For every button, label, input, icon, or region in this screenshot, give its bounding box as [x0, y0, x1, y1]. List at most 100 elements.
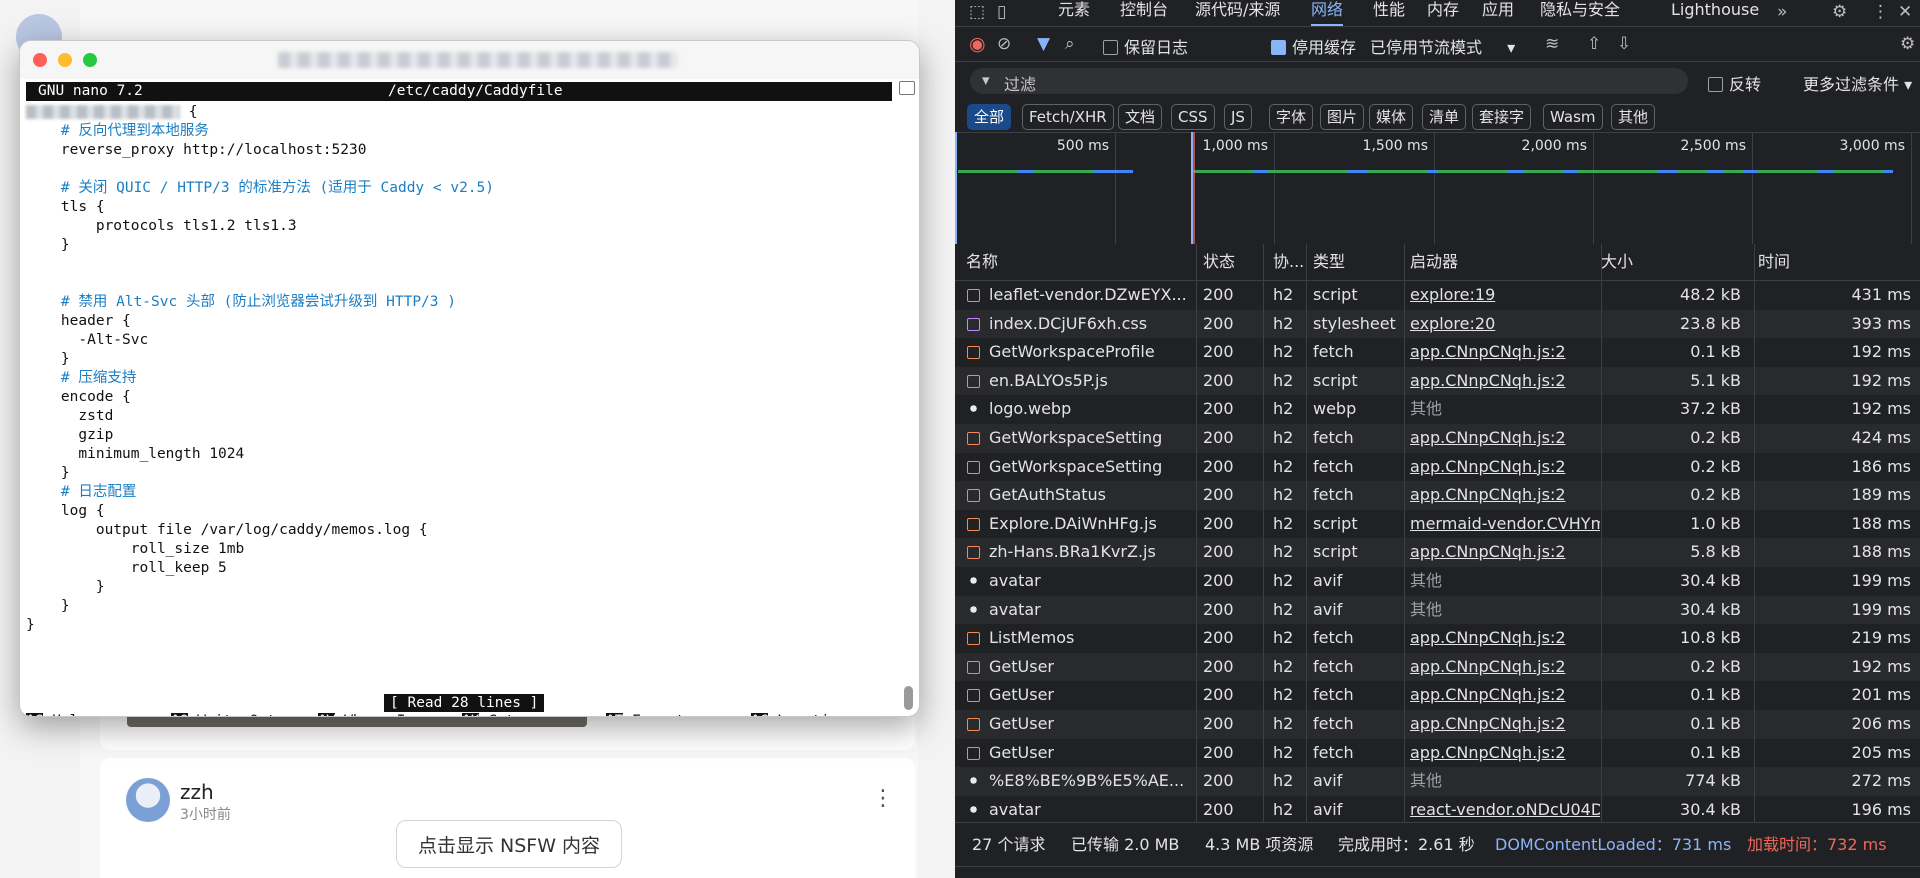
- column-header-2[interactable]: 协...: [1273, 244, 1304, 280]
- request-row[interactable]: leaflet-vendor.DZwEYX... 200 h2 script explo…: [955, 281, 1920, 310]
- cell-initiator[interactable]: explore:20: [1410, 310, 1600, 338]
- terminal-titlebar[interactable]: [20, 41, 919, 79]
- tab-2[interactable]: 源代码/来源: [1195, 0, 1280, 26]
- tab-3[interactable]: 网络: [1311, 0, 1344, 26]
- cell-initiator[interactable]: app.CNnpCNqh.js:2: [1410, 681, 1600, 709]
- request-row[interactable]: GetUser 200 h2 fetch app.CNnpCNqh.js:2 0.1 kB…: [955, 710, 1920, 739]
- type-filter-0[interactable]: 全部: [967, 104, 1012, 130]
- network-conditions-icon[interactable]: ≋: [1545, 34, 1559, 54]
- disable-cache-checkbox[interactable]: 停用缓存: [1271, 34, 1356, 58]
- tab-8[interactable]: Lighthouse: [1671, 0, 1759, 26]
- more-tabs-chevron-icon[interactable]: »: [1777, 2, 1787, 22]
- type-filter-1[interactable]: Fetch/XHR: [1022, 104, 1114, 130]
- invert-checkbox[interactable]: 反转: [1708, 71, 1761, 95]
- nano-editor[interactable]: GNU nano 7.2 /etc/caddy/Caddyfile { # 反向…: [26, 82, 892, 716]
- cell-initiator[interactable]: mermaid-vendor.CVHYm: [1410, 510, 1600, 538]
- export-har-icon[interactable]: ⇩: [1617, 34, 1631, 54]
- cell-initiator[interactable]: app.CNnpCNqh.js:2: [1410, 367, 1600, 395]
- inspect-element-icon[interactable]: ⬚: [969, 2, 985, 22]
- column-header-6[interactable]: 时间: [1758, 244, 1790, 280]
- terminal-window[interactable]: GNU nano 7.2 /etc/caddy/Caddyfile { # 反向…: [19, 40, 920, 717]
- post-author-avatar[interactable]: [126, 778, 170, 822]
- request-row[interactable]: GetUser 200 h2 fetch app.CNnpCNqh.js:2 0.2 kB…: [955, 652, 1920, 682]
- type-filter-11[interactable]: 其他: [1611, 104, 1656, 130]
- nano-shortcut[interactable]: ^C Location: [751, 712, 847, 716]
- cell-initiator[interactable]: app.CNnpCNqh.js:2: [1410, 739, 1600, 767]
- request-row[interactable]: en.BALYOs5P.js 200 h2 script app.CNnpCNqh.js…: [955, 366, 1920, 396]
- cell-initiator[interactable]: app.CNnpCNqh.js:2: [1410, 338, 1600, 366]
- timeline-selection-handle[interactable]: [955, 132, 957, 244]
- column-header-5[interactable]: 大小: [1601, 244, 1633, 280]
- nano-shortcut[interactable]: ^W Where Is: [318, 712, 414, 716]
- request-row[interactable]: GetWorkspaceSetting 200 h2 fetch app.CNnpCNq…: [955, 452, 1920, 482]
- more-filters-dropdown[interactable]: 更多过滤条件 ▾: [1803, 71, 1912, 95]
- cell-initiator[interactable]: react-vendor.oNDcU04D: [1410, 796, 1600, 824]
- cell-initiator[interactable]: app.CNnpCNqh.js:2: [1410, 424, 1600, 452]
- scroll-indicator-icon[interactable]: [899, 81, 915, 95]
- request-row[interactable]: Explore.DAiWnHFg.js 200 h2 script mermaid-ve…: [955, 509, 1920, 539]
- cell-initiator[interactable]: app.CNnpCNqh.js:2: [1410, 538, 1600, 566]
- type-filter-4[interactable]: JS: [1224, 104, 1252, 130]
- search-icon[interactable]: ⌕: [1065, 34, 1075, 54]
- type-filter-7[interactable]: 媒体: [1369, 104, 1414, 130]
- type-filter-8[interactable]: 清单: [1422, 104, 1467, 130]
- console-drawer[interactable]: [955, 866, 1920, 878]
- type-filter-9[interactable]: 套接字: [1472, 104, 1532, 130]
- nano-shortcut[interactable]: ^O Write Out: [171, 712, 276, 716]
- preserve-log-checkbox[interactable]: 保留日志: [1103, 34, 1188, 58]
- nano-shortcut[interactable]: ^K Cut: [462, 712, 514, 716]
- request-row[interactable]: ListMemos 200 h2 fetch app.CNnpCNqh.js:2 10.8…: [955, 624, 1920, 653]
- minimize-window-button[interactable]: [58, 53, 72, 67]
- more-options-icon[interactable]: ⋮: [872, 786, 894, 811]
- show-nsfw-button[interactable]: 点击显示 NSFW 内容: [396, 820, 622, 868]
- network-settings-icon[interactable]: ⚙: [1900, 34, 1915, 54]
- maximize-window-button[interactable]: [83, 53, 97, 67]
- type-filter-10[interactable]: Wasm: [1543, 104, 1603, 130]
- more-options-icon[interactable]: ⋮: [1872, 2, 1889, 22]
- tab-4[interactable]: 性能: [1373, 0, 1405, 26]
- post-author-name[interactable]: zzh: [180, 780, 214, 804]
- cell-initiator[interactable]: app.CNnpCNqh.js:2: [1410, 453, 1600, 481]
- tab-0[interactable]: 元素: [1058, 0, 1090, 26]
- cell-initiator[interactable]: app.CNnpCNqh.js:2: [1410, 624, 1600, 652]
- request-row[interactable]: index.DCjUF6xh.css 200 h2 stylesheet explore…: [955, 309, 1920, 339]
- cell-initiator[interactable]: explore:19: [1410, 281, 1600, 309]
- request-row[interactable]: zh-Hans.BRa1KvrZ.js 200 h2 script app.CNnpCN…: [955, 538, 1920, 567]
- cell-initiator[interactable]: app.CNnpCNqh.js:2: [1410, 710, 1600, 738]
- request-row[interactable]: GetUser 200 h2 fetch app.CNnpCNqh.js:2 0.1 kB…: [955, 681, 1920, 710]
- import-har-icon[interactable]: ⇧: [1587, 34, 1601, 54]
- type-filter-3[interactable]: CSS: [1171, 104, 1215, 130]
- column-header-4[interactable]: 启动器: [1410, 244, 1458, 280]
- caddyfile-content[interactable]: { # 反向代理到本地服务 reverse_proxy http://local…: [26, 103, 494, 635]
- network-overview-timeline[interactable]: 500 ms 1,000 ms 1,500 ms 2,000 ms 2,500 ms 3,…: [955, 132, 1920, 245]
- tab-6[interactable]: 应用: [1482, 0, 1514, 26]
- terminal-scrollbar[interactable]: [904, 686, 913, 710]
- request-row[interactable]: avatar 200 h2 avif 其他 30.4 kB 199 ms: [955, 595, 1920, 625]
- column-header-1[interactable]: 状态: [1203, 244, 1235, 280]
- request-row[interactable]: GetWorkspaceSetting 200 h2 fetch app.CNnpCNq…: [955, 424, 1920, 453]
- close-window-button[interactable]: [33, 53, 47, 67]
- request-row[interactable]: GetUser 200 h2 fetch app.CNnpCNqh.js:2 0.1 kB…: [955, 738, 1920, 768]
- clear-log-icon[interactable]: ⊘: [997, 34, 1011, 54]
- type-filter-2[interactable]: 文档: [1118, 104, 1163, 130]
- type-filter-5[interactable]: 字体: [1269, 104, 1314, 130]
- close-devtools-icon[interactable]: ✕: [1898, 2, 1912, 22]
- request-row[interactable]: %E8%BE%9B%E5%AE... 200 h2 avif 其他 774 kB 272 m…: [955, 767, 1920, 796]
- request-row[interactable]: GetWorkspaceProfile 200 h2 fetch app.CNnpCNq…: [955, 338, 1920, 367]
- type-filter-6[interactable]: 图片: [1320, 104, 1365, 130]
- request-row[interactable]: avatar 200 h2 avif react-vendor.oNDcU04D 30.4…: [955, 795, 1920, 825]
- column-header-0[interactable]: 名称: [966, 244, 998, 280]
- settings-gear-icon[interactable]: ⚙: [1832, 2, 1847, 22]
- nano-shortcut[interactable]: ^T Execute: [606, 712, 693, 716]
- throttling-select[interactable]: 已停用节流模式 ▾: [1370, 34, 1515, 58]
- request-row[interactable]: logo.webp 200 h2 webp 其他 37.2 kB 192 ms: [955, 395, 1920, 424]
- request-row[interactable]: avatar 200 h2 avif 其他 30.4 kB 199 ms: [955, 567, 1920, 596]
- device-toolbar-icon[interactable]: ▯: [997, 2, 1006, 22]
- cell-initiator[interactable]: app.CNnpCNqh.js:2: [1410, 653, 1600, 681]
- cell-initiator[interactable]: app.CNnpCNqh.js:2: [1410, 481, 1600, 509]
- tab-5[interactable]: 内存: [1427, 0, 1459, 26]
- nano-shortcut[interactable]: ^G Help: [26, 712, 87, 716]
- stop-recording-icon[interactable]: ◉: [969, 34, 986, 54]
- tab-7[interactable]: 隐私与安全: [1540, 0, 1620, 26]
- request-row[interactable]: GetAuthStatus 200 h2 fetch app.CNnpCNqh.js:2…: [955, 481, 1920, 510]
